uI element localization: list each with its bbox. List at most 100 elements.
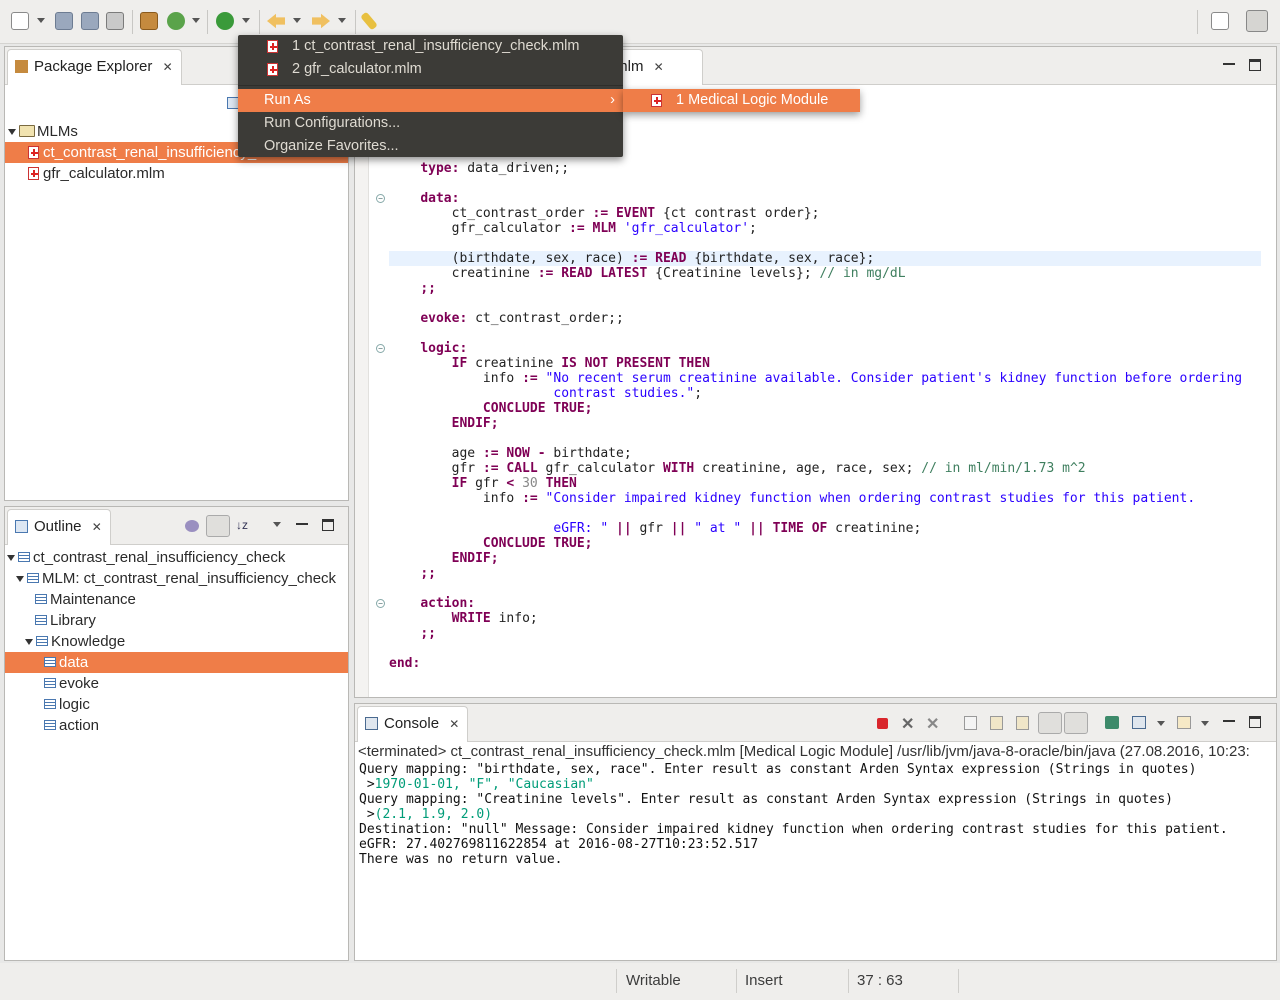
code-line: ;;: [420, 626, 436, 641]
print-icon[interactable]: [106, 12, 124, 30]
expand-icon[interactable]: [7, 555, 15, 562]
run-icon[interactable]: [216, 12, 234, 30]
package-explorer-title: Package Explorer: [34, 58, 153, 75]
tree-label: Library: [50, 612, 96, 629]
show-on-stderr-icon[interactable]: [1064, 712, 1088, 734]
status-cursor-position: 37 : 63: [857, 972, 903, 989]
display-console-icon[interactable]: [1132, 716, 1146, 729]
outline-root[interactable]: ct_contrast_renal_insufficiency_check: [5, 547, 348, 568]
open-perspective-icon[interactable]: [1211, 12, 1229, 30]
annotation-icon[interactable]: [360, 11, 378, 31]
display-console-dropdown[interactable]: [1157, 721, 1165, 726]
console-prompt: >: [359, 807, 375, 822]
minimize-icon[interactable]: [1223, 716, 1235, 722]
scroll-lock-icon[interactable]: [990, 716, 1003, 730]
tab-console[interactable]: Console ✕: [357, 706, 469, 742]
save-icon[interactable]: [55, 12, 73, 30]
outline-knowledge[interactable]: Knowledge: [5, 631, 348, 652]
editor-ruler: [355, 85, 369, 697]
open-console-icon[interactable]: [1177, 716, 1191, 729]
back-icon[interactable]: [267, 13, 285, 29]
expand-icon[interactable]: [16, 576, 24, 583]
menu-item-run-configurations[interactable]: Run Configurations...: [238, 112, 623, 135]
close-icon[interactable]: ✕: [654, 60, 664, 74]
expand-icon[interactable]: [8, 129, 16, 136]
console-line: There was no return value.: [359, 852, 563, 867]
maximize-icon[interactable]: [322, 519, 334, 531]
menu-item-label: Run As: [264, 92, 311, 108]
refresh-icon[interactable]: [167, 12, 185, 30]
outline-title: Outline: [34, 518, 82, 535]
toolbar-separator: [132, 10, 133, 34]
code-line: gfr := CALL gfr_calculator WITH creatini…: [389, 461, 1086, 476]
console-input: 1970-01-01, "F", "Caucasian": [374, 777, 594, 792]
fold-icon[interactable]: −: [376, 194, 385, 203]
code-line: creatinine := READ LATEST {Creatinine le…: [389, 266, 906, 281]
open-console-dropdown[interactable]: [1201, 721, 1209, 726]
show-on-stdout-icon[interactable]: [1038, 712, 1062, 734]
menu-item-recent-1[interactable]: 1 ct_contrast_renal_insufficiency_check.…: [238, 35, 623, 58]
tree-label: ct_contrast_renal_insufficiency_check: [33, 549, 286, 566]
run-dropdown-arrow[interactable]: [242, 18, 250, 23]
minimize-icon[interactable]: [296, 519, 308, 525]
toolbar-separator: [355, 10, 356, 34]
tab-package-explorer[interactable]: Package Explorer ✕: [7, 49, 182, 85]
link-with-editor-icon[interactable]: [206, 515, 230, 537]
remove-launch-icon[interactable]: ✕: [901, 714, 914, 734]
close-icon[interactable]: ✕: [449, 717, 459, 731]
view-menu-icon[interactable]: [273, 522, 281, 527]
mlm-file-icon: [651, 94, 662, 107]
tree-item-file[interactable]: gfr_calculator.mlm: [5, 163, 348, 184]
close-icon[interactable]: ✕: [92, 520, 102, 534]
code-line: eGFR: " || gfr || " at " || TIME OF crea…: [553, 521, 922, 536]
tab-outline[interactable]: Outline ✕: [7, 509, 111, 545]
minimize-icon[interactable]: [1223, 59, 1235, 65]
code-line: ENDIF;: [451, 416, 499, 431]
menu-separator: [238, 85, 623, 86]
maximize-icon[interactable]: [1249, 716, 1261, 728]
code-line: gfr_calculator := MLM 'gfr_calculator';: [389, 221, 757, 236]
expand-icon[interactable]: [25, 639, 33, 646]
sort-icon[interactable]: ↓z: [236, 518, 248, 532]
menu-item-run-as[interactable]: Run As ›: [238, 89, 623, 112]
close-icon[interactable]: ✕: [163, 60, 173, 74]
fold-icon[interactable]: −: [376, 599, 385, 608]
menu-item-label: 1 ct_contrast_renal_insufficiency_check.…: [292, 38, 580, 54]
outline-maintenance[interactable]: Maintenance: [5, 589, 348, 610]
package-icon[interactable]: [140, 12, 158, 30]
outline-action[interactable]: action: [5, 715, 348, 736]
outline-mlm[interactable]: MLM: ct_contrast_renal_insufficiency_che…: [5, 568, 348, 589]
fold-icon[interactable]: −: [376, 344, 385, 353]
menu-item-recent-2[interactable]: 2 gfr_calculator.mlm: [238, 58, 623, 81]
hide-fields-icon[interactable]: [185, 520, 199, 532]
new-wizard-icon[interactable]: [11, 12, 29, 30]
menu-item-organize-favorites[interactable]: Organize Favorites...: [238, 135, 623, 158]
outline-library[interactable]: Library: [5, 610, 348, 631]
java-perspective-icon[interactable]: [1246, 10, 1268, 32]
tree-label: Maintenance: [50, 591, 136, 608]
outline-logic[interactable]: logic: [5, 694, 348, 715]
code-line: (birthdate, sex, race) := READ {birthdat…: [389, 251, 875, 266]
forward-dropdown-arrow[interactable]: [338, 18, 346, 23]
save-all-icon[interactable]: [81, 12, 99, 30]
word-wrap-icon[interactable]: [1016, 716, 1029, 730]
remove-all-icon[interactable]: ✕: [926, 714, 939, 734]
menu-item-medical-logic-module[interactable]: 1 Medical Logic Module: [623, 89, 860, 112]
forward-icon[interactable]: [312, 13, 330, 29]
pin-console-icon[interactable]: [1105, 716, 1119, 729]
outline-node-icon: [35, 594, 47, 604]
outline-node-icon: [44, 657, 56, 667]
new-dropdown-arrow[interactable]: [37, 18, 45, 23]
outline-evoke[interactable]: evoke: [5, 673, 348, 694]
package-explorer-icon: [15, 60, 28, 73]
terminate-icon[interactable]: [877, 718, 888, 729]
back-dropdown-arrow[interactable]: [293, 18, 301, 23]
code-line: info := "Consider impaired kidney functi…: [389, 491, 1196, 506]
refresh-dropdown-arrow[interactable]: [192, 18, 200, 23]
outline-node-icon: [44, 678, 56, 688]
clear-console-icon[interactable]: [964, 716, 977, 730]
console-header-text: <terminated> ct_contrast_renal_insuffici…: [358, 743, 1250, 760]
outline-data[interactable]: data: [5, 652, 348, 673]
tree-label: evoke: [59, 675, 100, 692]
maximize-icon[interactable]: [1249, 59, 1261, 71]
